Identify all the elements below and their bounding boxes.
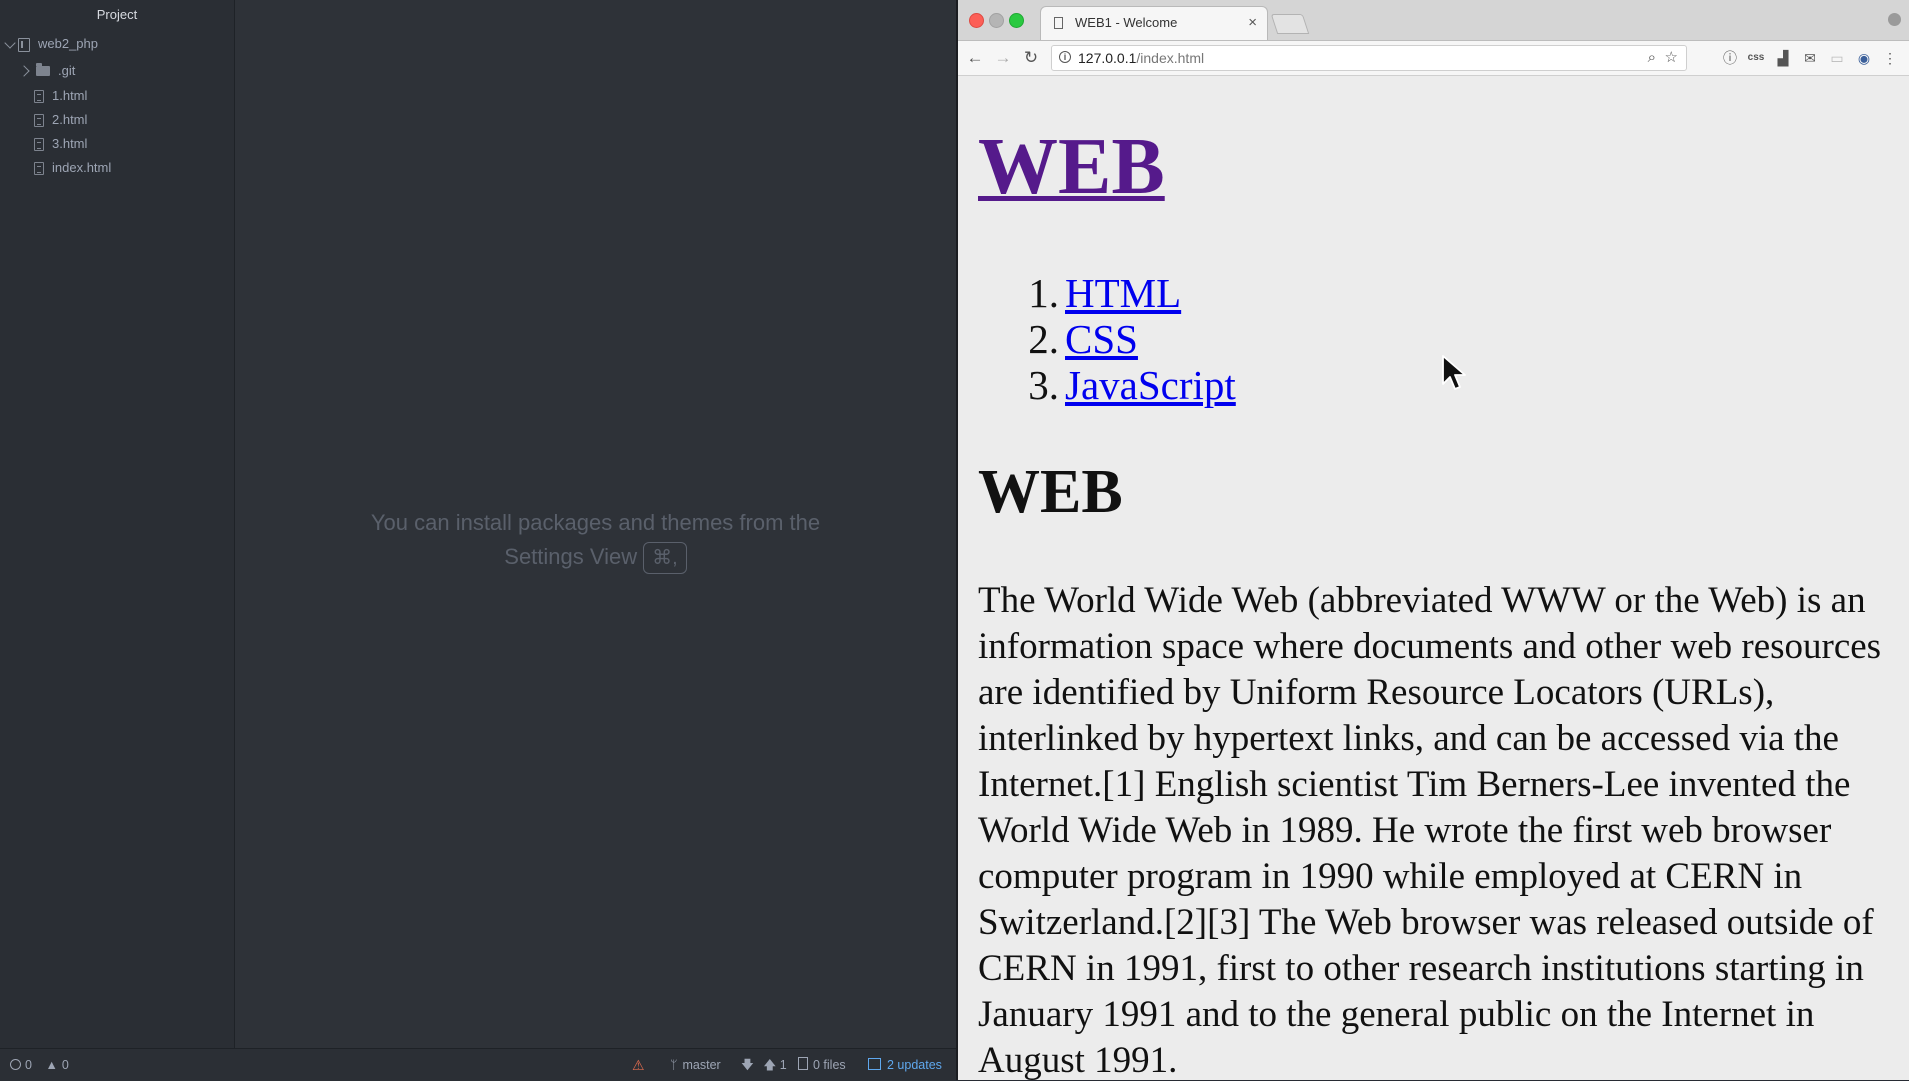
tab-title: WEB1 - Welcome [1075,15,1178,30]
page-icon [1054,17,1063,29]
close-window-button[interactable] [969,13,984,28]
package-updates-count: 2 updates [887,1058,942,1072]
settings-view-link[interactable]: Settings View [504,544,637,569]
git-branch-status[interactable]: ᛘ master [670,1049,721,1081]
extension-info-icon[interactable]: ⓘ [1720,41,1740,75]
page-title: WEB [978,127,1165,207]
tree-item-label: 1.html [52,88,88,103]
url-host: 127.0.0.1 [1078,50,1137,66]
profile-icon[interactable] [1888,13,1901,26]
back-arrow-icon[interactable]: ← [963,41,987,75]
file-icon [798,1057,808,1070]
list-item: 1. HTML [1017,270,1236,316]
new-tab-button[interactable] [1270,14,1310,34]
editor-pane[interactable]: You can install packages and themes from… [235,0,956,1048]
menu-dots-icon[interactable]: ⋮ [1882,41,1898,75]
package-updates-status[interactable]: 2 updates [868,1049,942,1081]
git-branch-name: master [682,1058,721,1072]
git-files-count: 0 files [813,1058,846,1072]
list-item: 3. JavaScript [1017,362,1236,408]
git-files-status[interactable]: 0 files [798,1049,846,1081]
address-bar[interactable]: i 127.0.0.1/index.html ⌕ ☆ [1051,45,1687,71]
chevron-down-icon [4,37,16,49]
package-icon [868,1058,881,1070]
chevron-right-icon [18,65,30,77]
html-link[interactable]: HTML [1065,270,1181,316]
tree-item-2-html[interactable]: 2.html [34,108,87,132]
list-number: 1. [1028,270,1059,316]
zoom-icon[interactable]: ⌕ [1648,46,1656,70]
page-viewport: WEB 1. HTML 2. CSS 3. JavaScript WEB The Wo… [958,76,1909,1080]
list-item: 2. CSS [1017,316,1236,362]
minimize-window-button[interactable] [989,13,1004,28]
tree-root-web2-php[interactable]: web2_php [4,32,98,56]
url-path: /index.html [1136,50,1205,66]
error-count: 0 [25,1058,32,1072]
file-icon [34,162,44,176]
forward-arrow-icon[interactable]: → [991,41,1015,75]
file-icon [34,138,44,152]
folder-icon [36,62,50,76]
chart-extension-icon[interactable]: ▟ [1773,41,1793,75]
list-number: 2. [1028,316,1059,362]
warning-count: 0 [61,1058,69,1072]
tree-item-git-folder[interactable]: .git [18,59,76,83]
url-text[interactable]: 127.0.0.1/index.html [1078,46,1204,70]
broadcast-icon[interactable]: ⚠ [632,1049,645,1081]
install-packages-hint: You can install packages and themes from… [235,506,956,574]
diagnostics-status[interactable]: 0 ▲ 0 [10,1049,69,1081]
maximize-window-button[interactable] [1009,13,1024,28]
warning-icon: ▲ [45,1058,58,1072]
home-link[interactable]: WEB [978,123,1165,211]
atom-editor-window: Project web2_php .git 1.html 2.html 3.ht… [0,0,956,1081]
browser-toolbar: ← → ↻ i 127.0.0.1/index.html ⌕ ☆ ⓘ css ▟… [958,41,1909,76]
section-heading: WEB [978,458,1123,526]
tree-item-label: 2.html [52,112,88,127]
tree-item-label: .git [58,63,76,78]
tab-web1-welcome[interactable]: WEB1 - Welcome × [1040,6,1268,40]
reload-icon[interactable]: ↻ [1019,41,1043,75]
file-icon [34,90,44,104]
tree-item-label: index.html [52,160,112,175]
tree-item-index-html[interactable]: index.html [34,156,111,180]
project-tree-header: Project [96,7,138,22]
error-icon [10,1059,21,1070]
git-push-pull-status[interactable]: 🡇 🡅 1 [741,1049,787,1081]
chrome-browser-window: WEB1 - Welcome × ← → ↻ i 127.0.0.1/index… [958,0,1909,1080]
git-ahead-count: 1 [779,1058,787,1072]
tree-item-label: 3.html [52,136,88,151]
settings-shortcut-key: ⌘, [643,542,687,574]
file-icon [34,114,44,128]
mouse-cursor-icon [1442,355,1466,390]
javascript-link[interactable]: JavaScript [1065,362,1236,408]
status-bar: 0 ▲ 0 ⚠ ᛘ master 🡇 🡅 1 0 files 2 updates [0,1048,956,1081]
body-paragraph: The World Wide Web (abbreviated WWW or t… [978,580,1882,1080]
mail-extension-icon[interactable]: ✉ [1800,41,1820,75]
project-tree-panel: Project web2_php .git 1.html 2.html 3.ht… [0,0,235,1048]
tree-item-3-html[interactable]: 3.html [34,132,87,156]
arrow-down-icon: 🡇 [741,1058,754,1072]
css-extension-icon[interactable]: css [1744,41,1768,75]
info-icon[interactable]: i [1059,51,1071,63]
topic-list: 1. HTML 2. CSS 3. JavaScript [1017,270,1236,408]
camera-extension-icon[interactable]: ▭ [1827,41,1847,75]
tree-root-label: web2_php [38,36,98,51]
tree-item-1-html[interactable]: 1.html [34,84,87,108]
shield-extension-icon[interactable]: ◉ [1854,41,1874,75]
list-number: 3. [1028,362,1059,408]
css-link[interactable]: CSS [1065,316,1138,362]
git-branch-icon: ᛘ [670,1058,678,1072]
arrow-up-icon: 🡅 [763,1058,777,1072]
repo-icon [18,37,30,52]
tab-close-icon[interactable]: × [1248,7,1257,39]
bookmark-star-icon[interactable]: ☆ [1665,46,1678,70]
tab-strip: WEB1 - Welcome × [958,0,1909,41]
hint-line-1: You can install packages and themes from… [370,510,821,535]
